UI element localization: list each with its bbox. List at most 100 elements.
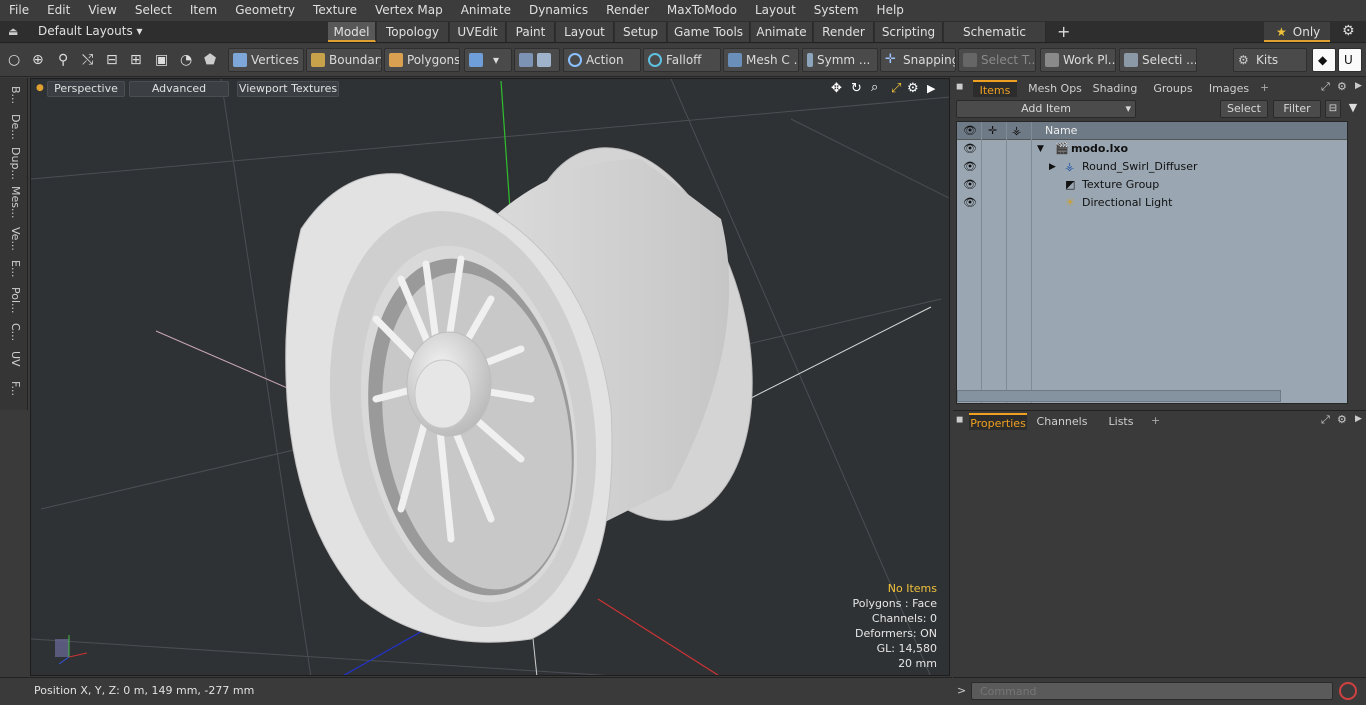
mesh-constraints-button[interactable]: Mesh C ...	[723, 48, 799, 72]
circle-select-icon[interactable]: ○	[8, 52, 20, 68]
panel-menu-icon[interactable]: ◼	[956, 82, 963, 92]
grid-icon[interactable]: ⊞	[130, 52, 142, 68]
expand-arrow-icon[interactable]: ▶	[1049, 158, 1056, 176]
tab-uv[interactable]: UV	[4, 348, 22, 370]
polygons-button[interactable]: Polygons	[384, 48, 460, 72]
globe-icon[interactable]: ⊕	[32, 52, 44, 68]
rotate-icon[interactable]: ↻	[851, 81, 862, 96]
symmetry-button[interactable]: Symm ...	[802, 48, 878, 72]
layout-collapse-icon[interactable]: ⏏	[8, 25, 18, 38]
tab-images[interactable]: Images	[1203, 80, 1255, 97]
eye-icon[interactable]: 👁	[963, 176, 977, 194]
eye-icon[interactable]: 👁	[963, 158, 977, 176]
tab-curve[interactable]: C...	[4, 320, 22, 344]
tab-topology[interactable]: Topology	[377, 22, 449, 42]
tab-groups[interactable]: Groups	[1145, 80, 1201, 97]
tab-edge[interactable]: E...	[4, 258, 22, 280]
menu-vertex-map[interactable]: Vertex Map	[366, 0, 452, 21]
menu-system[interactable]: System	[805, 0, 868, 21]
select-through-button[interactable]: Select T...	[958, 48, 1036, 72]
tab-vertex[interactable]: Ve...	[4, 224, 22, 254]
advanced-button[interactable]: Advanced	[129, 81, 229, 97]
props-menu-icon[interactable]: ◼	[956, 415, 963, 425]
viewport-textures-button[interactable]: Viewport Textures	[237, 81, 339, 97]
panel-expand-icon[interactable]: ⤢	[1321, 80, 1330, 94]
tab-channels[interactable]: Channels	[1035, 413, 1089, 430]
add-item-button[interactable]: Add Item ▾	[956, 100, 1136, 118]
menu-maxtomodo[interactable]: MaxToModo	[658, 0, 746, 21]
unity-button[interactable]: ◆	[1312, 48, 1336, 72]
perspective-button[interactable]: Perspective	[47, 81, 125, 97]
menu-file[interactable]: File	[0, 0, 38, 21]
tab-properties[interactable]: Properties	[969, 413, 1027, 430]
tab-setup[interactable]: Setup	[615, 22, 667, 42]
viewport-gear-icon[interactable]: ⚙	[907, 81, 919, 96]
select-button[interactable]: Select	[1220, 100, 1268, 118]
add-panel-tab-icon[interactable]: +	[1260, 81, 1269, 94]
pen-icon[interactable]: ⚲	[58, 52, 68, 68]
3d-viewport[interactable]: ● Perspective Advanced Viewport Textures…	[30, 78, 950, 676]
tab-basic[interactable]: B...	[4, 82, 22, 108]
brush-icon[interactable]: ⤭	[82, 52, 93, 68]
shield-icon[interactable]: ⬟	[204, 52, 216, 68]
filter-button[interactable]: Filter	[1273, 100, 1321, 118]
horizontal-scrollbar[interactable]	[957, 390, 1281, 402]
expand-arrow-icon[interactable]: ▶	[927, 82, 935, 95]
add-props-tab-icon[interactable]: +	[1151, 414, 1160, 427]
funnel-icon[interactable]: ▼	[1345, 100, 1361, 118]
menu-layout[interactable]: Layout	[746, 0, 805, 21]
panel-arrow-icon[interactable]: ▶	[1355, 81, 1362, 91]
falloff-button[interactable]: Falloff	[643, 48, 721, 72]
maximize-icon[interactable]: ⤢	[891, 81, 901, 96]
eye-icon[interactable]: 👁	[963, 140, 977, 158]
snapping-button[interactable]: ✛ Snapping	[880, 48, 956, 72]
tab-items[interactable]: Items	[973, 80, 1017, 97]
pan-icon[interactable]: ✥	[831, 81, 842, 96]
tab-render[interactable]: Render	[814, 22, 874, 42]
menu-select[interactable]: Select	[126, 0, 181, 21]
eye-icon[interactable]: 👁	[963, 194, 977, 212]
menu-help[interactable]: Help	[868, 0, 913, 21]
tab-schematic-fusion[interactable]: Schematic Fusion	[944, 22, 1046, 59]
item-row-light[interactable]: 👁 ☀ Directional Light	[957, 194, 1347, 212]
viewport-menu-dot-icon[interactable]: ●	[36, 83, 44, 93]
unreal-button[interactable]: U	[1338, 48, 1362, 72]
command-input[interactable]	[971, 682, 1333, 700]
menu-view[interactable]: View	[79, 0, 125, 21]
menu-animate[interactable]: Animate	[452, 0, 520, 21]
item-row-texture-group[interactable]: 👁 ◩ Texture Group	[957, 176, 1347, 194]
tab-deform[interactable]: De...	[4, 112, 22, 142]
add-tab-icon[interactable]: +	[1057, 22, 1070, 41]
tab-mesh[interactable]: Mes...	[4, 184, 22, 220]
only-toggle[interactable]: ★ Only	[1264, 22, 1330, 42]
tab-duplicate[interactable]: Dup...	[4, 146, 22, 180]
tab-paint[interactable]: Paint	[507, 22, 555, 42]
zoom-icon[interactable]: ⌕	[871, 80, 878, 95]
tab-shading[interactable]: Shading	[1089, 80, 1141, 97]
work-plane-button[interactable]: Work Pl...	[1040, 48, 1116, 72]
tab-mesh-ops[interactable]: Mesh Ops	[1023, 80, 1087, 97]
menu-render[interactable]: Render	[597, 0, 658, 21]
item-row-scene[interactable]: 👁 ▼ 🎬 modo.lxo	[957, 140, 1347, 158]
tab-model[interactable]: Model	[328, 22, 376, 42]
vertices-button[interactable]: Vertices	[228, 48, 304, 72]
props-gear-icon[interactable]: ⚙	[1337, 413, 1347, 426]
tab-animate[interactable]: Animate	[751, 22, 813, 42]
tab-uvedit[interactable]: UVEdit	[450, 22, 506, 42]
target-icon[interactable]: ▣	[155, 52, 168, 68]
props-expand-icon[interactable]: ⤢	[1321, 413, 1330, 427]
menu-edit[interactable]: Edit	[38, 0, 79, 21]
kits-button[interactable]: ⚙ Kits	[1233, 48, 1307, 72]
align-icon[interactable]: ⊟	[106, 52, 118, 68]
settings-gear-icon[interactable]: ⚙	[1342, 23, 1355, 39]
layout-selector[interactable]: Default Layouts ▾	[38, 24, 143, 38]
dial-icon[interactable]: ◔	[180, 52, 192, 68]
tab-layout[interactable]: Layout	[556, 22, 614, 42]
action-center-button[interactable]: Action	[563, 48, 641, 72]
collapse-icon[interactable]: ⊟	[1325, 100, 1341, 118]
menu-dynamics[interactable]: Dynamics	[520, 0, 597, 21]
panel-gear-icon[interactable]: ⚙	[1337, 80, 1347, 93]
tab-polygon[interactable]: Pol...	[4, 284, 22, 316]
menu-geometry[interactable]: Geometry	[226, 0, 304, 21]
tab-fusion[interactable]: F...	[4, 374, 22, 404]
